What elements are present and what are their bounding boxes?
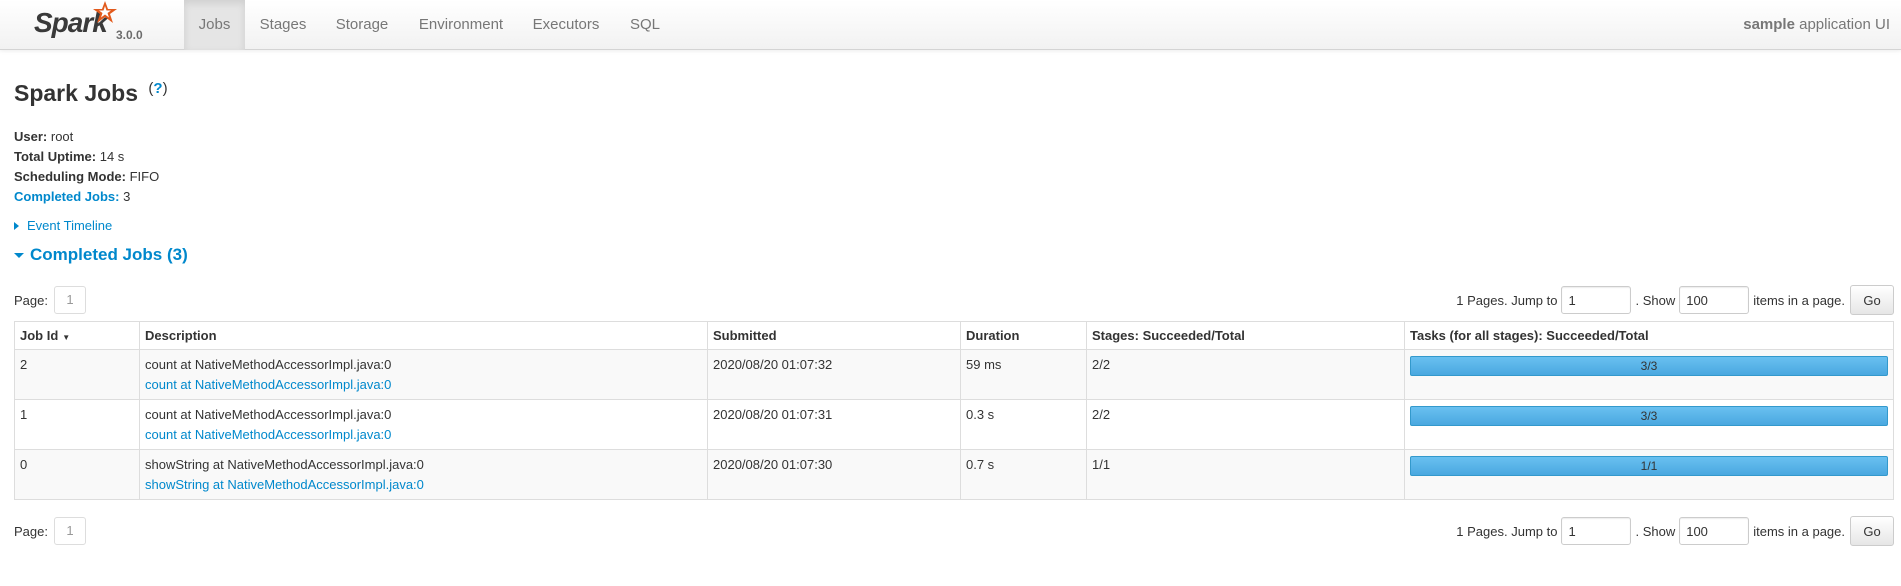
tasks-cell: 3/3	[1404, 349, 1894, 400]
table-row: 1 count at NativeMethodAccessorImpl.java…	[14, 399, 1894, 450]
page-label: Page:	[14, 292, 48, 308]
column-header-job-id[interactable]: Job Id ▼	[14, 321, 140, 350]
completed-jobs-table: Job Id ▼ Description Submitted Duration S…	[14, 321, 1894, 500]
description-cell: showString at NativeMethodAccessorImpl.j…	[139, 449, 708, 500]
stages-cell: 2/2	[1086, 399, 1405, 450]
duration-cell: 59 ms	[960, 349, 1087, 400]
page-title: Spark Jobs (?)	[14, 80, 168, 107]
duration-cell: 0.7 s	[960, 449, 1087, 500]
job-id-cell: 0	[14, 449, 140, 500]
help-icon[interactable]: ?	[153, 80, 162, 97]
tasks-cell: 1/1	[1404, 449, 1894, 500]
jump-to-page-input[interactable]	[1561, 517, 1632, 545]
table-row: 2 count at NativeMethodAccessorImpl.java…	[14, 349, 1894, 400]
description-text: count at NativeMethodAccessorImpl.java:0	[145, 357, 392, 372]
description-cell: count at NativeMethodAccessorImpl.java:0…	[139, 399, 708, 450]
submitted-cell: 2020/08/20 01:07:31	[707, 399, 961, 450]
summary-scheduling-mode: Scheduling Mode: FIFO	[14, 169, 160, 184]
description-text: count at NativeMethodAccessorImpl.java:0	[145, 407, 392, 422]
stages-cell: 1/1	[1086, 449, 1405, 500]
column-header-submitted[interactable]: Submitted	[707, 321, 961, 350]
page-title-text: Spark Jobs	[14, 80, 138, 106]
column-header-tasks[interactable]: Tasks (for all stages): Succeeded/Total	[1404, 321, 1894, 350]
tasks-progress-bar: 1/1	[1410, 456, 1888, 476]
app-title: sample application UI	[1743, 0, 1890, 50]
tab-executors[interactable]: Executors	[522, 0, 610, 50]
page-size-input[interactable]	[1679, 517, 1750, 545]
description-text: showString at NativeMethodAccessorImpl.j…	[145, 457, 424, 472]
submitted-cell: 2020/08/20 01:07:32	[707, 349, 961, 400]
pages-count-text: 1 Pages. Jump to	[1456, 523, 1558, 539]
sort-desc-icon: ▼	[62, 333, 71, 342]
column-header-duration[interactable]: Duration	[960, 321, 1087, 350]
job-detail-link[interactable]: showString at NativeMethodAccessorImpl.j…	[145, 475, 702, 495]
stages-cell: 2/2	[1086, 349, 1405, 400]
completed-jobs-toggle[interactable]: Completed Jobs (3)	[14, 245, 188, 265]
submitted-cell: 2020/08/20 01:07:30	[707, 449, 961, 500]
show-text: . Show	[1635, 292, 1676, 308]
pagination-bottom: Page: 1 1 Pages. Jump to . Show items in…	[14, 516, 1894, 546]
items-per-page-text: items in a page.	[1753, 523, 1845, 539]
spark-star-icon	[93, 1, 117, 23]
duration-cell: 0.3 s	[960, 399, 1087, 450]
go-button[interactable]: Go	[1850, 516, 1894, 546]
items-per-page-text: items in a page.	[1753, 292, 1845, 308]
pagination-top: Page: 1 1 Pages. Jump to . Show items in…	[14, 285, 1894, 315]
help-link[interactable]: (?)	[148, 80, 167, 97]
column-header-stages[interactable]: Stages: Succeeded/Total	[1086, 321, 1405, 350]
summary-list: User: root Total Uptime: 14 s Scheduling…	[14, 127, 159, 207]
tasks-progress-bar: 3/3	[1410, 356, 1888, 376]
tab-sql[interactable]: SQL	[620, 0, 670, 50]
tasks-cell: 3/3	[1404, 399, 1894, 450]
table-row: 0 showString at NativeMethodAccessorImpl…	[14, 449, 1894, 500]
tab-stages[interactable]: Stages	[250, 0, 316, 50]
go-button[interactable]: Go	[1850, 285, 1894, 315]
summary-uptime: Total Uptime: 14 s	[14, 149, 125, 164]
top-navbar: Spark 3.0.0 Jobs Stages Storage Environm…	[0, 0, 1901, 50]
expanded-arrow-icon	[14, 252, 24, 258]
job-detail-link[interactable]: count at NativeMethodAccessorImpl.java:0	[145, 425, 702, 445]
pages-count-text: 1 Pages. Jump to	[1456, 292, 1558, 308]
page-label: Page:	[14, 523, 48, 539]
tab-storage[interactable]: Storage	[326, 0, 398, 50]
show-text: . Show	[1635, 523, 1676, 539]
app-name: sample	[1743, 16, 1795, 33]
page-size-input[interactable]	[1679, 286, 1750, 314]
page-number-button[interactable]: 1	[53, 286, 86, 314]
column-header-description[interactable]: Description	[139, 321, 708, 350]
job-id-cell: 2	[14, 349, 140, 400]
app-suffix: application UI	[1799, 16, 1890, 33]
completed-jobs-title: Completed Jobs (3)	[30, 245, 188, 264]
event-timeline-toggle[interactable]: Event Timeline	[14, 218, 112, 233]
completed-jobs-link[interactable]: Completed Jobs:	[14, 189, 119, 204]
jump-to-page-input[interactable]	[1561, 286, 1632, 314]
tab-jobs[interactable]: Jobs	[184, 0, 245, 50]
spark-version: 3.0.0	[116, 28, 143, 42]
collapsed-arrow-icon	[14, 221, 19, 230]
summary-user: User: root	[14, 129, 74, 144]
job-detail-link[interactable]: count at NativeMethodAccessorImpl.java:0	[145, 375, 702, 395]
job-id-cell: 1	[14, 399, 140, 450]
event-timeline-label: Event Timeline	[27, 218, 113, 233]
table-header-row: Job Id ▼ Description Submitted Duration S…	[14, 321, 1894, 350]
tasks-progress-bar: 3/3	[1410, 406, 1888, 426]
description-cell: count at NativeMethodAccessorImpl.java:0…	[139, 349, 708, 400]
spark-logo[interactable]: Spark 3.0.0	[34, 1, 154, 46]
summary-completed-jobs: Completed Jobs: 3	[14, 189, 131, 204]
tab-environment[interactable]: Environment	[410, 0, 512, 50]
page-number-button[interactable]: 1	[53, 517, 86, 545]
